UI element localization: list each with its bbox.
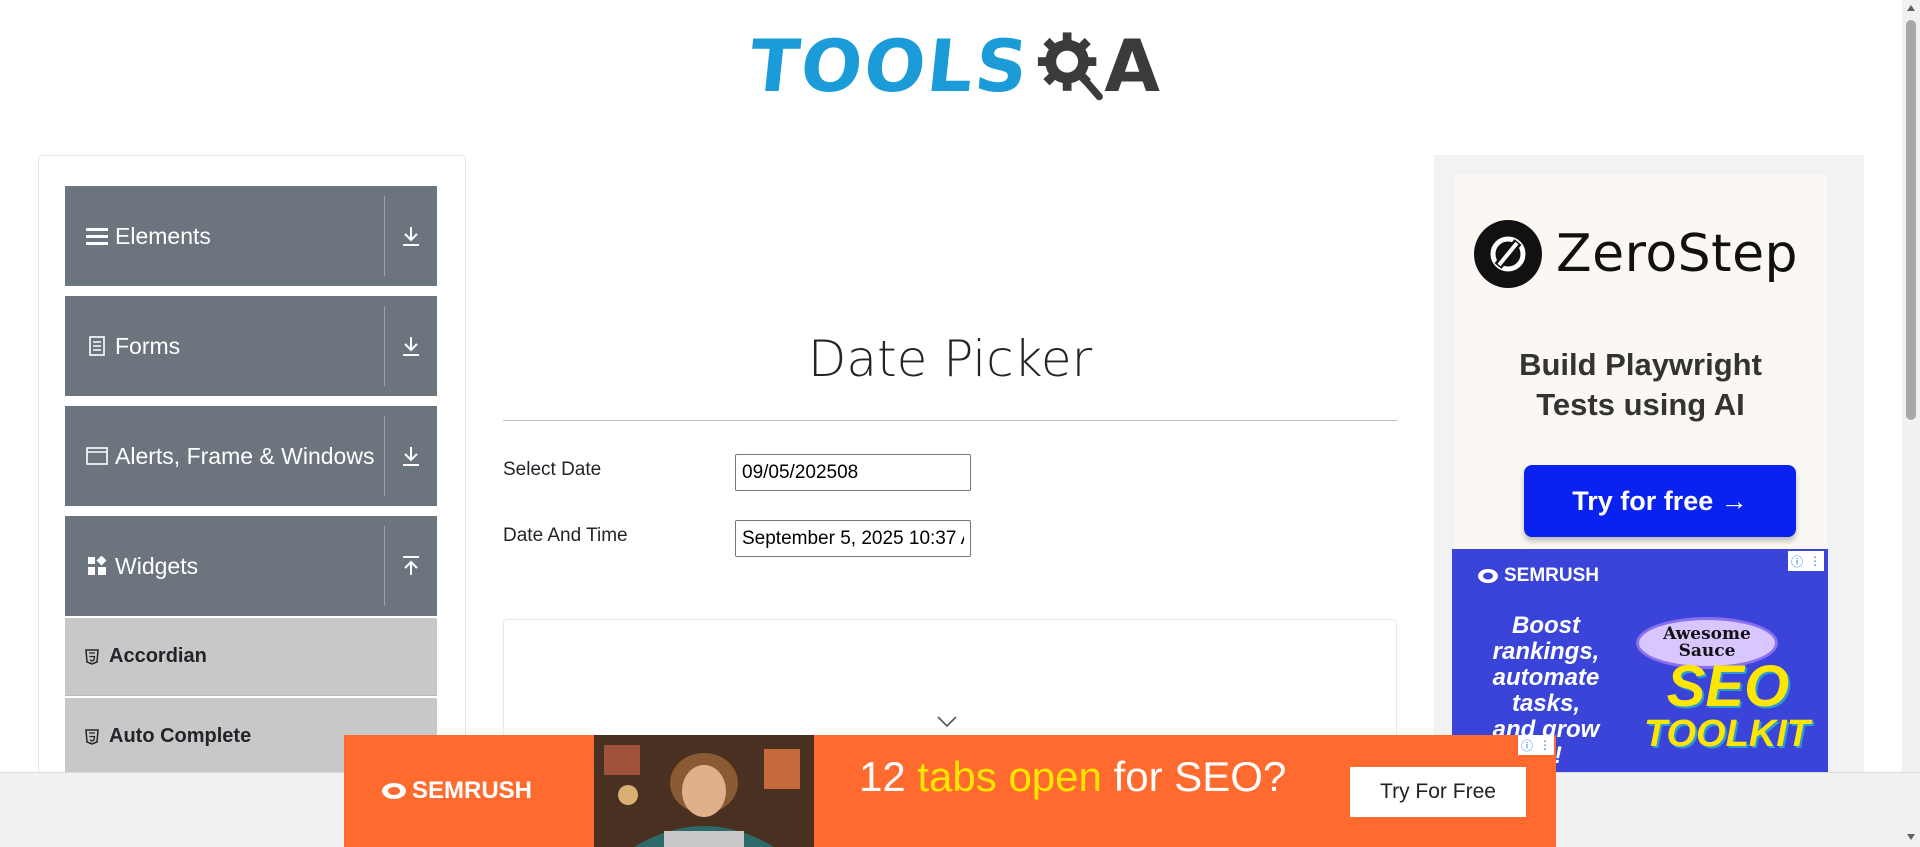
headline-highlight: tabs open bbox=[917, 753, 1102, 800]
zerostep-tagline: Build Playwright Tests using AI bbox=[1454, 345, 1827, 425]
zerostep-logo: ZeroStep bbox=[1474, 220, 1798, 288]
tagline-line: Build Playwright bbox=[1519, 347, 1762, 382]
semrush-flame-icon bbox=[382, 783, 406, 799]
divider bbox=[384, 526, 385, 606]
menu-icon bbox=[85, 226, 109, 246]
date-and-time-label: Date And Time bbox=[503, 525, 628, 546]
sidebar-group-label: Forms bbox=[115, 332, 181, 359]
page-title: Date Picker bbox=[807, 330, 1093, 388]
sidebar-item-label: Auto Complete bbox=[109, 725, 252, 747]
sidebar-item-label: Accordian bbox=[109, 645, 207, 667]
widgets-icon bbox=[85, 556, 109, 576]
divider bbox=[384, 196, 385, 276]
headline-part: for SEO? bbox=[1101, 753, 1287, 800]
select-date-label: Select Date bbox=[503, 459, 602, 480]
sidebar-group-label: Elements bbox=[115, 222, 211, 249]
semrush-flame-icon bbox=[1478, 569, 1498, 583]
headline-part: 12 bbox=[859, 753, 918, 800]
gear-magnifier-icon bbox=[1038, 32, 1104, 101]
divider bbox=[503, 420, 1397, 421]
right-ad-column: ZeroStep Build Playwright Tests using AI… bbox=[1434, 155, 1864, 775]
banner-photo bbox=[594, 735, 814, 847]
scroll-down-arrow-icon[interactable] bbox=[1905, 833, 1917, 843]
try-for-free-button[interactable]: Try for free → bbox=[1524, 465, 1796, 537]
try-for-free-button[interactable]: Try For Free bbox=[1350, 767, 1526, 817]
html5-icon bbox=[85, 728, 101, 745]
semrush-logo: SEMRUSH bbox=[374, 777, 532, 805]
seo-text: SEO bbox=[1666, 654, 1790, 719]
semrush-brand-text: SEMRUSH bbox=[1504, 565, 1600, 586]
sidebar-group-label: Widgets bbox=[115, 552, 199, 579]
select-date-input[interactable] bbox=[735, 454, 971, 491]
copy-line: Boost bbox=[1512, 612, 1580, 639]
sidebar-group-elements[interactable]: Elements bbox=[65, 186, 437, 286]
scroll-up-arrow-icon[interactable] bbox=[1905, 4, 1917, 14]
semrush-banner-ad[interactable]: SEMRUSH 12 tabs open for SEO? Try For Fr… bbox=[344, 735, 1556, 847]
date-and-time-input[interactable] bbox=[735, 520, 971, 557]
divider bbox=[384, 306, 385, 386]
sidebar-group-label: Alerts, Frame & Windows bbox=[115, 442, 375, 469]
semrush-logo: SEMRUSH bbox=[1472, 565, 1599, 587]
banner-headline: 12 tabs open for SEO? bbox=[859, 753, 1286, 801]
download-arrow-icon[interactable] bbox=[395, 186, 427, 286]
html5-icon bbox=[85, 648, 101, 665]
logo-tail: A bbox=[1104, 24, 1160, 108]
semrush-brand-text: SEMRUSH bbox=[412, 777, 533, 804]
page: TOOLS A Elements Forms Alerts, Frame & W… bbox=[0, 0, 1920, 847]
window-icon bbox=[85, 447, 109, 465]
sidebar-item-accordian[interactable]: Accordian bbox=[65, 618, 437, 696]
toolkit-text: TOOLKIT bbox=[1643, 713, 1811, 755]
copy-line: automate bbox=[1492, 664, 1600, 691]
zerostep-brand: ZeroStep bbox=[1556, 224, 1799, 284]
toolsqa-logo[interactable]: TOOLS A bbox=[746, 18, 1160, 114]
document-icon bbox=[85, 336, 109, 356]
chevron-down-icon[interactable] bbox=[936, 715, 958, 729]
zerostep-mark-icon bbox=[1474, 220, 1542, 288]
sidebar-group-alerts[interactable]: Alerts, Frame & Windows bbox=[65, 406, 437, 506]
zerostep-ad[interactable]: ZeroStep Build Playwright Tests using AI… bbox=[1454, 175, 1827, 551]
upload-arrow-icon[interactable] bbox=[395, 516, 427, 616]
divider bbox=[384, 416, 385, 496]
sidebar-group-widgets[interactable]: Widgets bbox=[65, 516, 437, 616]
logo-text: TOOLS bbox=[745, 24, 1034, 108]
download-arrow-icon[interactable] bbox=[395, 296, 427, 396]
vertical-scrollbar[interactable] bbox=[1902, 0, 1920, 772]
copy-line: tasks, bbox=[1511, 690, 1581, 717]
tagline-line: Tests using AI bbox=[1536, 387, 1745, 422]
copy-line: rankings, bbox=[1492, 638, 1600, 665]
adchoices-icon[interactable]: ⓘ ⋮ bbox=[1518, 735, 1554, 755]
adchoices-icon[interactable]: ⓘ ⋮ bbox=[1788, 551, 1824, 571]
download-arrow-icon[interactable] bbox=[395, 406, 427, 506]
scrollbar-thumb[interactable] bbox=[1906, 20, 1916, 420]
sidebar-group-forms[interactable]: Forms bbox=[65, 296, 437, 396]
